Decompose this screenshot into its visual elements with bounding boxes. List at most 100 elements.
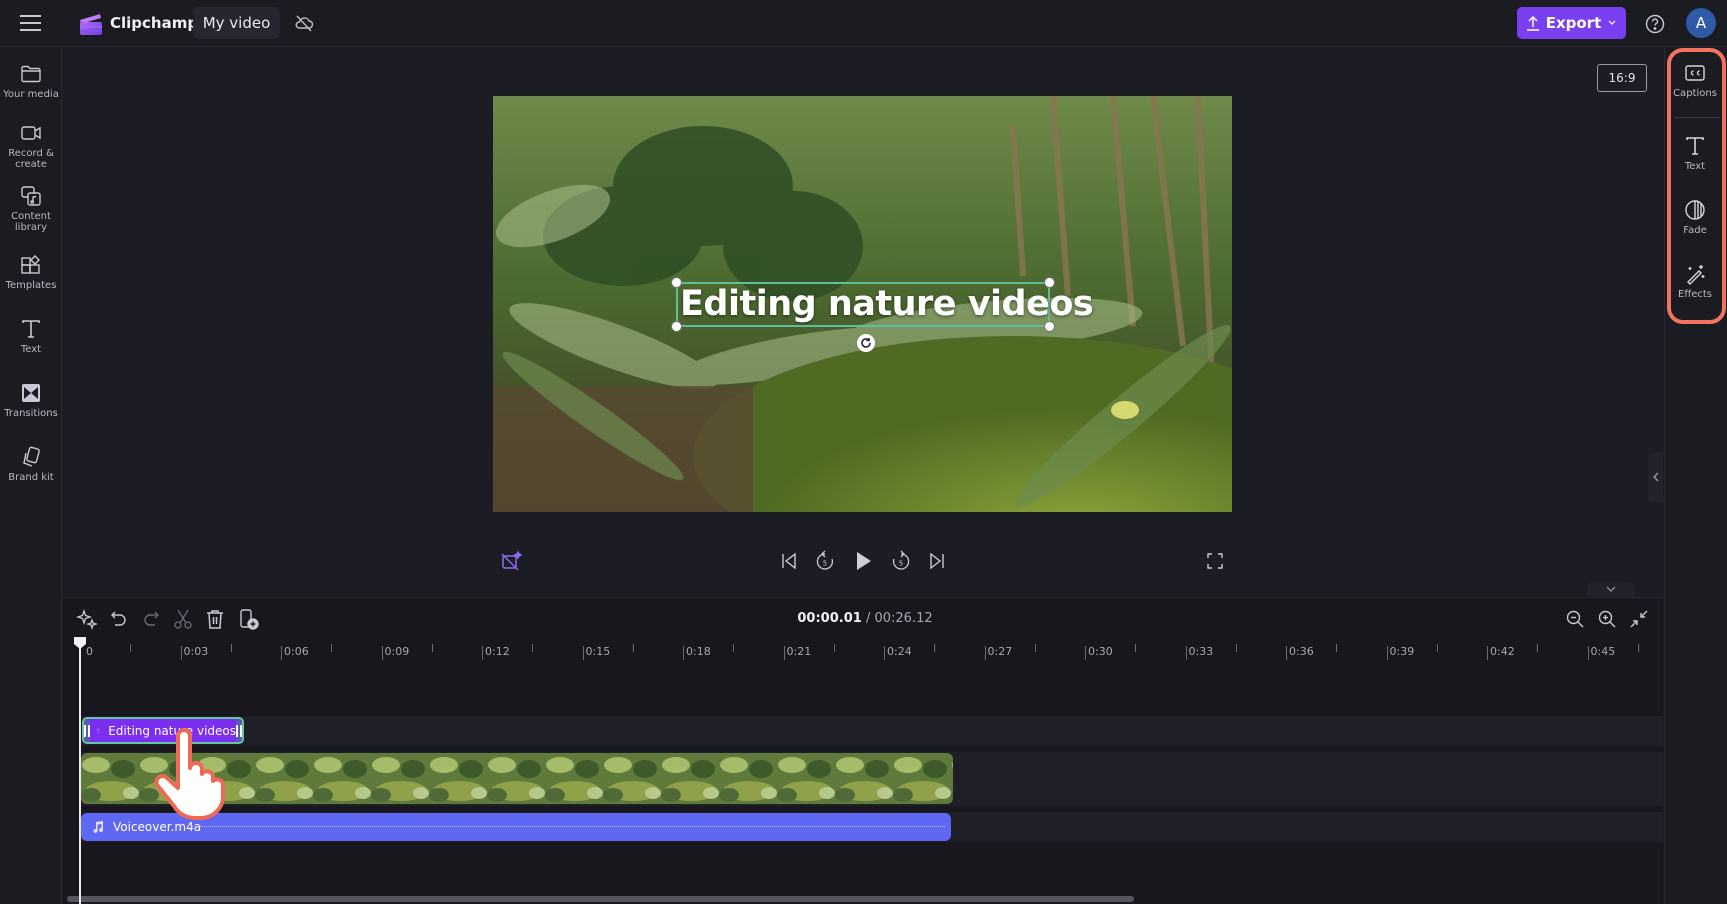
ruler-label: 0:33 <box>1188 645 1214 658</box>
project-title-field[interactable]: My video <box>193 7 280 39</box>
ruler-major-tick <box>984 646 986 660</box>
add-to-timeline-button[interactable] <box>237 608 259 630</box>
timeline-scrollbar[interactable] <box>67 896 1134 902</box>
magic-edit-icon[interactable] <box>76 608 98 630</box>
chevron-down-icon <box>1608 20 1616 25</box>
ruler-major-tick <box>683 646 684 660</box>
current-time: 00:00.01 <box>797 611 862 626</box>
svg-text:5: 5 <box>899 560 903 568</box>
ruler-label: 0:09 <box>384 645 410 658</box>
ruler-label: 0:18 <box>686 645 711 658</box>
ruler-major-tick <box>783 646 785 660</box>
trim-handle-left[interactable] <box>84 719 90 742</box>
export-button[interactable]: Export <box>1517 7 1626 39</box>
audio-clip-label: Voiceover.m4a <box>113 820 202 834</box>
sidebar-label: Brand kit <box>8 472 54 483</box>
forward-5-seconds-button[interactable]: 5 <box>890 550 912 572</box>
ruler-minor-tick <box>1135 644 1137 652</box>
ruler-major-tick <box>482 646 483 660</box>
ruler-major-tick <box>381 646 383 660</box>
sidebar-label: Templates <box>5 280 57 291</box>
ruler-major-tick <box>1286 646 1287 660</box>
playhead-handle[interactable] <box>73 636 87 650</box>
ruler-minor-tick <box>733 644 735 652</box>
skip-to-start-button[interactable] <box>778 550 800 572</box>
ruler-minor-tick <box>130 644 132 652</box>
ruler-major-tick <box>281 646 282 660</box>
rewind-5-seconds-button[interactable]: 5 <box>814 550 836 572</box>
trim-handle-right[interactable] <box>236 719 242 742</box>
brand-kit-icon <box>23 446 40 467</box>
ruler-minor-tick <box>1637 644 1639 652</box>
fullscreen-button[interactable] <box>1204 550 1226 572</box>
ruler-minor-tick <box>230 644 232 652</box>
video-camera-icon <box>21 126 41 140</box>
ruler-major-tick <box>1487 646 1488 660</box>
ruler-label: 0:03 <box>183 645 209 658</box>
text-icon <box>96 728 100 733</box>
text-track <box>80 716 1663 746</box>
folder-icon <box>21 65 41 83</box>
rotate-handle-icon[interactable] <box>857 334 875 352</box>
ruler-minor-tick <box>1336 644 1338 652</box>
ruler-major-tick <box>1085 646 1086 660</box>
sidebar-item-text[interactable]: Text <box>0 317 62 355</box>
skip-to-end-button[interactable] <box>926 550 948 572</box>
sidebar-label: Record & create <box>8 148 54 170</box>
help-icon[interactable] <box>1644 13 1666 35</box>
sidebar-item-your-media[interactable]: Your media <box>0 62 62 100</box>
export-label: Export <box>1545 14 1602 32</box>
music-note-icon <box>93 821 104 834</box>
ruler-label: 0 <box>86 645 93 658</box>
ruler-minor-tick <box>833 644 835 652</box>
split-scissors-button[interactable] <box>172 608 194 630</box>
timecode: 00:00.01 / 00:26.12 <box>760 611 970 626</box>
fit-timeline-button[interactable] <box>1628 608 1650 630</box>
ruler-label: 0:15 <box>585 645 611 658</box>
undo-button[interactable] <box>108 608 130 630</box>
delete-button[interactable] <box>204 608 226 630</box>
upload-icon <box>1526 15 1539 31</box>
ruler-label: 0:24 <box>887 645 912 658</box>
sidebar-item-templates[interactable]: Templates <box>0 253 62 291</box>
ruler-major-tick <box>1185 646 1187 660</box>
menu-icon[interactable] <box>18 12 44 34</box>
overlay-text: Editing nature videos <box>680 284 1094 324</box>
sidebar-item-brand-kit[interactable]: Brand kit <box>0 445 62 483</box>
ruler-major-tick <box>582 646 584 660</box>
highlight-outline <box>1667 48 1726 324</box>
sidebar-label: Text <box>20 344 42 355</box>
auto-captions-icon[interactable] <box>500 550 522 572</box>
sidebar-item-transitions[interactable]: Transitions <box>0 381 62 419</box>
ruler-major-tick <box>1386 646 1388 660</box>
avatar[interactable]: A <box>1686 8 1716 38</box>
ruler-minor-tick <box>1436 644 1438 652</box>
text-icon <box>22 320 40 338</box>
ruler-label: 0:39 <box>1389 645 1415 658</box>
sidebar-item-content-library[interactable]: Content library <box>0 184 62 233</box>
collapse-timeline-button[interactable] <box>1587 582 1635 596</box>
redo-button[interactable] <box>140 608 162 630</box>
play-button[interactable] <box>852 550 874 572</box>
ruler-minor-tick <box>1235 644 1237 652</box>
ruler-minor-tick <box>1034 644 1036 652</box>
sidebar-label: Your media <box>3 89 59 100</box>
ruler-major-tick <box>180 646 182 660</box>
app-name: Clipchamp <box>110 14 199 32</box>
ruler-major-tick <box>884 646 885 660</box>
cloud-off-icon[interactable] <box>294 13 314 33</box>
aspect-ratio-button[interactable]: 16:9 <box>1597 64 1647 92</box>
sidebar-item-record-create[interactable]: Record & create <box>0 121 62 170</box>
zoom-out-button[interactable] <box>1564 608 1586 630</box>
svg-text:5: 5 <box>823 560 827 568</box>
content-library-icon <box>21 186 41 206</box>
transitions-icon <box>22 384 40 402</box>
chevron-down-icon <box>1606 586 1616 592</box>
ruler-label: 0:21 <box>786 645 812 658</box>
ruler-minor-tick <box>532 644 534 652</box>
clipchamp-logo-icon <box>78 12 104 36</box>
zoom-in-button[interactable] <box>1596 608 1618 630</box>
playhead[interactable] <box>79 644 81 904</box>
expand-right-panel-button[interactable] <box>1648 452 1663 502</box>
hand-pointer-cursor-icon <box>152 728 227 820</box>
